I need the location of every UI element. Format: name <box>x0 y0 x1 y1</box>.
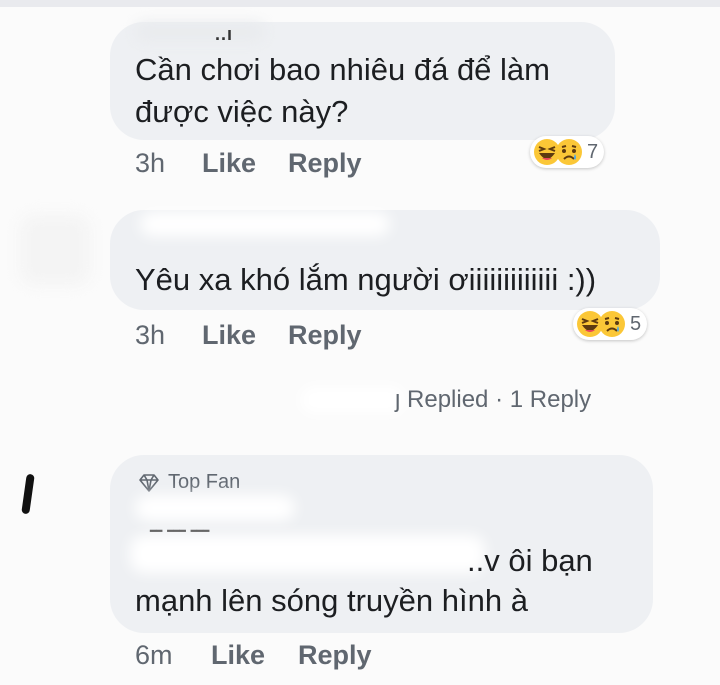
redacted-replier <box>300 386 405 414</box>
reply-hook-glyph: ȷ <box>395 386 401 413</box>
redacted-avatar-2 <box>20 215 90 285</box>
reaction-summary[interactable]: 7 <box>530 136 605 168</box>
replied-label: Replied <box>407 386 489 413</box>
like-button[interactable]: Like <box>211 640 265 671</box>
comment-time: 3h <box>135 148 166 178</box>
comment-text-line: được việc này? <box>135 94 349 129</box>
author-name-fragment-1: ..ı <box>215 24 234 44</box>
diamond-icon <box>139 473 159 492</box>
avatar-edge-fragment <box>21 473 35 515</box>
sad-reaction-icon <box>555 138 583 166</box>
redacted-comment-text <box>130 535 485 573</box>
separator-dot: · <box>495 386 504 413</box>
view-replies-link[interactable]: ȷ Replied · 1 Reply <box>395 386 591 414</box>
reply-count: 1 Reply <box>509 386 592 413</box>
reaction-count: 5 <box>630 312 642 335</box>
like-button[interactable]: Like <box>202 320 256 351</box>
reply-button[interactable]: Reply <box>288 320 362 351</box>
redacted-author-1 <box>135 22 265 42</box>
top-fan-badge: Top Fan <box>138 471 240 494</box>
comment-text-line: mạnh lên sóng truyền hình à <box>135 583 528 618</box>
top-divider <box>0 0 720 7</box>
reaction-count: 7 <box>587 140 599 163</box>
comment-time: 3h <box>135 320 166 350</box>
reply-button[interactable]: Reply <box>298 640 372 671</box>
comment-text-line: ..v ôi bạn <box>467 543 593 578</box>
top-fan-label: Top Fan <box>168 471 241 493</box>
comment-text-line: Cần chơi bao nhiêu đá để làm <box>135 52 550 87</box>
reply-button[interactable]: Reply <box>288 148 362 179</box>
reaction-summary[interactable]: 5 <box>573 308 648 340</box>
comment-time: 6m <box>135 640 173 670</box>
comment-text-line: Yêu xa khó lắm người ơiiiiiiiiiiiii :)) <box>135 262 597 297</box>
sad-reaction-icon <box>598 310 626 338</box>
like-button[interactable]: Like <box>202 148 256 179</box>
author-name-fragment-3: ـــ ـــ ــ <box>150 516 210 536</box>
redacted-author-2 <box>140 212 390 236</box>
